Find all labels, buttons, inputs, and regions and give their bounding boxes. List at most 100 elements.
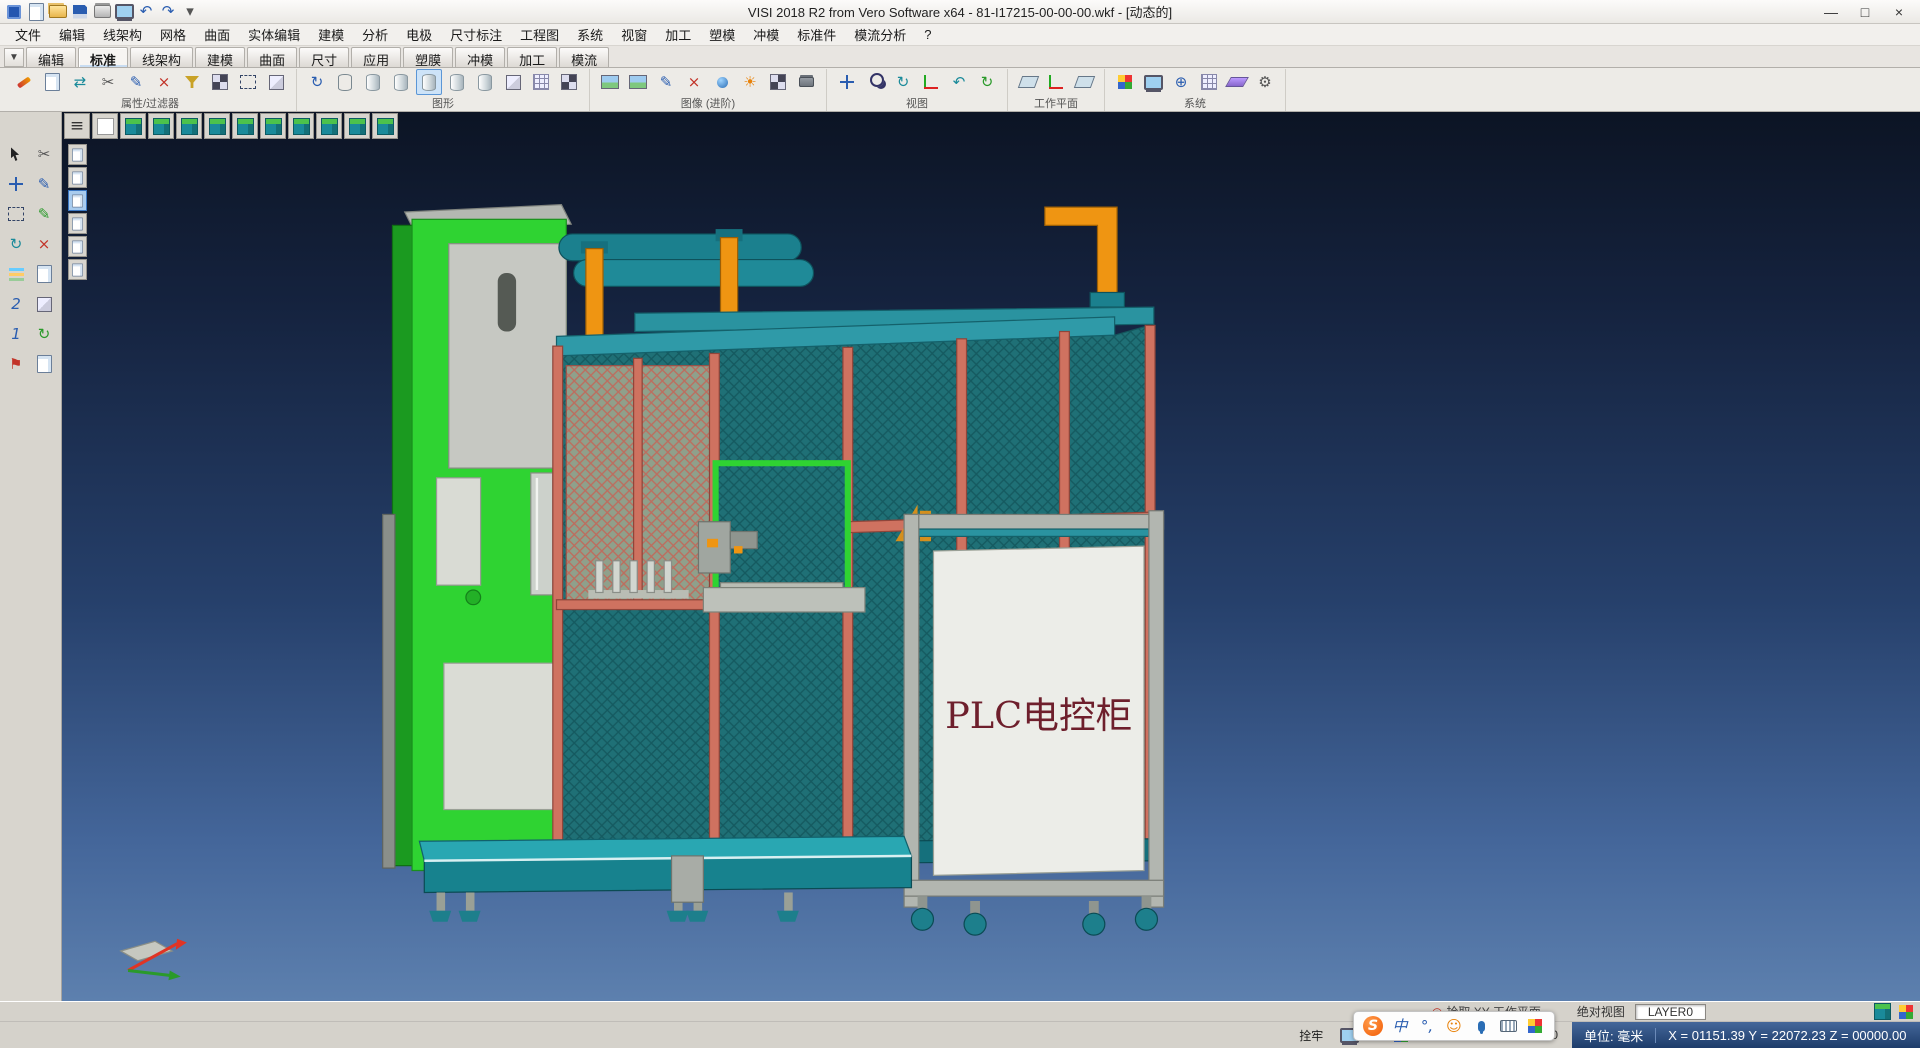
selection-filter-icon[interactable] bbox=[179, 69, 205, 95]
mini-doc-button-1[interactable] bbox=[68, 144, 87, 165]
view-mode-label[interactable]: 绝对视图 bbox=[1577, 1003, 1625, 1020]
minimize-button[interactable]: — bbox=[1814, 1, 1848, 23]
annotate-icon[interactable]: ✎ bbox=[31, 200, 57, 228]
window-select-icon[interactable] bbox=[3, 200, 29, 228]
menu-item[interactable]: 文件 bbox=[6, 23, 50, 46]
material-icon[interactable] bbox=[709, 69, 735, 95]
view-status-icon[interactable] bbox=[1872, 1002, 1892, 1022]
tab[interactable]: 曲面 bbox=[247, 47, 297, 67]
cut-entities-icon[interactable]: ✂ bbox=[95, 69, 121, 95]
menu-item[interactable]: 冲模 bbox=[744, 23, 788, 46]
trimetric-view-icon[interactable] bbox=[372, 113, 398, 139]
white-view-icon[interactable] bbox=[92, 113, 118, 139]
menu-item[interactable]: ? bbox=[915, 25, 940, 44]
refresh-view-icon[interactable]: ↻ bbox=[974, 69, 1000, 95]
render-image-icon[interactable] bbox=[597, 69, 623, 95]
menu-item[interactable]: 工程图 bbox=[511, 23, 568, 46]
view-2-icon[interactable]: 2 bbox=[3, 290, 29, 318]
layers-icon[interactable] bbox=[3, 260, 29, 288]
flag-icon[interactable]: ⚑ bbox=[3, 350, 29, 378]
swap-attributes-icon[interactable]: ⇄ bbox=[67, 69, 93, 95]
mini-doc-button-5[interactable] bbox=[68, 236, 87, 257]
iso-view-icon[interactable] bbox=[120, 113, 146, 139]
app-icon[interactable] bbox=[4, 2, 24, 22]
rotate-view-icon[interactable]: ↻ bbox=[890, 69, 916, 95]
settings-gear-icon[interactable]: ⚙ bbox=[1252, 69, 1278, 95]
left-view-icon[interactable] bbox=[232, 113, 258, 139]
qat-customize-icon[interactable]: ▾ bbox=[180, 2, 200, 22]
axonometric-view-icon[interactable] bbox=[316, 113, 342, 139]
menu-item[interactable]: 塑模 bbox=[700, 23, 744, 46]
view-menu-icon[interactable]: ≡ bbox=[64, 113, 90, 139]
hidden-line-display-icon[interactable] bbox=[360, 69, 386, 95]
tab[interactable]: 线架构 bbox=[130, 47, 193, 67]
back-view-icon[interactable] bbox=[260, 113, 286, 139]
layer-slab-icon[interactable] bbox=[1224, 69, 1250, 95]
cad-scene[interactable]: 智造模具 PLC电控柜 bbox=[62, 112, 1920, 1001]
regen-graphics-icon[interactable]: ↻ bbox=[304, 69, 330, 95]
save-file-icon[interactable] bbox=[70, 2, 90, 22]
undo-icon[interactable]: ↶ bbox=[136, 2, 156, 22]
checker-display-icon[interactable] bbox=[556, 69, 582, 95]
ime-emoji-icon[interactable]: ☺ bbox=[1444, 1016, 1464, 1036]
mini-doc-button-4[interactable] bbox=[68, 213, 87, 234]
tab-overflow-button[interactable]: ▼ bbox=[4, 48, 24, 67]
menu-item[interactable]: 网格 bbox=[151, 23, 195, 46]
bounding-box-icon[interactable] bbox=[31, 290, 57, 318]
menu-item[interactable]: 尺寸标注 bbox=[441, 23, 511, 46]
delete-icon[interactable]: × bbox=[31, 230, 57, 258]
workplane-axis-icon[interactable] bbox=[1043, 69, 1069, 95]
menu-item[interactable]: 标准件 bbox=[788, 23, 845, 46]
delete-attributes-icon[interactable]: × bbox=[151, 69, 177, 95]
zoom-view-icon[interactable] bbox=[862, 69, 888, 95]
ime-keyboard-icon[interactable] bbox=[1498, 1016, 1518, 1036]
front-view-icon[interactable] bbox=[148, 113, 174, 139]
mini-doc-button-3[interactable] bbox=[68, 190, 87, 211]
tab[interactable]: 建模 bbox=[195, 47, 245, 67]
tab[interactable]: 标准 bbox=[78, 47, 128, 67]
select-arrow-icon[interactable] bbox=[3, 140, 29, 168]
mini-doc-button-6[interactable] bbox=[68, 259, 87, 280]
face-filter-icon[interactable] bbox=[207, 69, 233, 95]
clipboard-icon[interactable] bbox=[31, 350, 57, 378]
delete-image-icon[interactable]: × bbox=[681, 69, 707, 95]
dimetric-view-icon[interactable] bbox=[344, 113, 370, 139]
shaded-display-icon[interactable] bbox=[416, 69, 442, 95]
workplane-reset-icon[interactable] bbox=[1071, 69, 1097, 95]
menu-item[interactable]: 曲面 bbox=[195, 23, 239, 46]
wireframe-display-icon[interactable] bbox=[332, 69, 358, 95]
pin-toggle[interactable]: 拴牢 bbox=[1299, 1027, 1323, 1044]
new-file-icon[interactable] bbox=[26, 2, 46, 22]
print-preview-icon[interactable] bbox=[114, 2, 134, 22]
tab[interactable]: 冲模 bbox=[455, 47, 505, 67]
open-file-icon[interactable] bbox=[48, 2, 68, 22]
globe-icon[interactable]: ⊕ bbox=[1168, 69, 1194, 95]
sheet-icon[interactable] bbox=[31, 260, 57, 288]
tab[interactable]: 模流 bbox=[559, 47, 609, 67]
pan-view-icon[interactable] bbox=[834, 69, 860, 95]
solid-filter-icon[interactable] bbox=[263, 69, 289, 95]
menu-item[interactable]: 线架构 bbox=[94, 23, 151, 46]
menu-item[interactable]: 建模 bbox=[309, 23, 353, 46]
ime-mic-icon[interactable] bbox=[1471, 1016, 1491, 1036]
texture-image-icon[interactable] bbox=[625, 69, 651, 95]
layer-color-icon[interactable] bbox=[1896, 1002, 1916, 1022]
menu-item[interactable]: 模流分析 bbox=[845, 23, 915, 46]
menu-item[interactable]: 编辑 bbox=[50, 23, 94, 46]
regen-icon[interactable]: ↻ bbox=[31, 320, 57, 348]
viewport-3d[interactable]: ≡ bbox=[62, 112, 1920, 1001]
box-display-icon[interactable] bbox=[500, 69, 526, 95]
screen-icon[interactable] bbox=[1140, 69, 1166, 95]
grid-display-icon[interactable] bbox=[528, 69, 554, 95]
axis-view-icon[interactable] bbox=[918, 69, 944, 95]
wireframe-filter-icon[interactable] bbox=[235, 69, 261, 95]
menu-item[interactable]: 电极 bbox=[397, 23, 441, 46]
bottom-view-icon[interactable] bbox=[288, 113, 314, 139]
tab[interactable]: 应用 bbox=[351, 47, 401, 67]
color-table-icon[interactable] bbox=[1112, 69, 1138, 95]
menu-item[interactable]: 系统 bbox=[568, 23, 612, 46]
transparent-display-icon[interactable] bbox=[444, 69, 470, 95]
top-view-icon[interactable] bbox=[176, 113, 202, 139]
ime-lang-icon[interactable]: 中 bbox=[1390, 1016, 1410, 1036]
tab[interactable]: 加工 bbox=[507, 47, 557, 67]
